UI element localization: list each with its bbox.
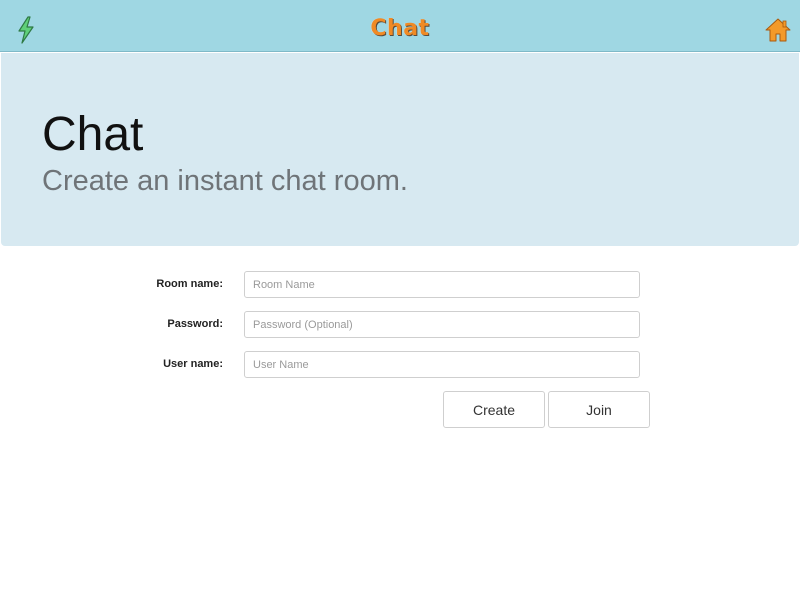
- join-button[interactable]: Join: [548, 391, 650, 428]
- hero-heading: Chat: [42, 108, 144, 161]
- password-input[interactable]: [244, 311, 640, 338]
- create-button[interactable]: Create: [443, 391, 545, 428]
- user-name-row: User name:: [0, 351, 800, 379]
- room-name-input[interactable]: [244, 271, 640, 298]
- hero-banner: Chat Create an instant chat room.: [1, 53, 799, 246]
- home-icon[interactable]: [765, 17, 791, 43]
- room-name-label: Room name:: [156, 278, 223, 290]
- top-bar: Chat: [0, 0, 800, 52]
- page-title: Chat: [370, 16, 430, 41]
- user-name-label: User name:: [163, 358, 223, 370]
- password-label: Password:: [167, 318, 223, 330]
- password-row: Password:: [0, 311, 800, 339]
- room-name-row: Room name:: [0, 271, 800, 299]
- user-name-input[interactable]: [244, 351, 640, 378]
- hero-subtitle: Create an instant chat room.: [42, 165, 408, 197]
